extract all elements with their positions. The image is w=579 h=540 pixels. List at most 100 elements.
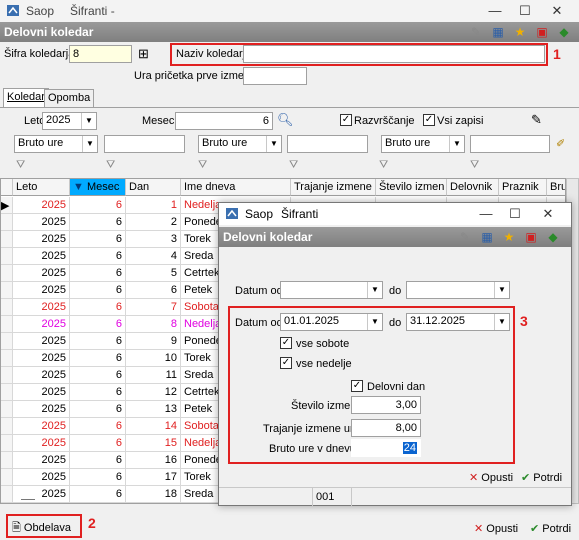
datum-od-select[interactable]: ▼ — [280, 281, 383, 299]
row-marker — [1, 503, 13, 504]
dialog-window-title: Šifranti — [281, 207, 319, 221]
row-marker — [1, 350, 13, 367]
row-marker — [1, 333, 13, 350]
col-praznik[interactable]: Praznik — [499, 179, 547, 196]
stack-icon[interactable]: ◆ — [556, 24, 572, 40]
vse-nedelje-checkbox[interactable]: ✓ — [280, 357, 292, 369]
filter-icon[interactable]: ⛛ — [379, 159, 388, 172]
dialog-minimize-icon[interactable]: — — [475, 205, 497, 223]
filter-icon[interactable]: ⛛ — [470, 159, 479, 172]
cell-mesec: 6 — [70, 418, 126, 435]
cell-leto: 2025 — [13, 418, 70, 435]
cell-leto: 2025 — [13, 282, 70, 299]
eraser-icon[interactable]: ✐ — [556, 137, 565, 150]
grid-icon[interactable]: ▦ — [479, 229, 495, 245]
sifra-input[interactable]: 8 — [69, 45, 132, 63]
col-trajanje[interactable]: Trajanje izmene — [291, 179, 376, 196]
note-edit-icon[interactable]: ✎ — [531, 112, 542, 128]
tab-koledar[interactable]: Koledar — [3, 88, 49, 108]
tab-opomba[interactable]: Opomba — [44, 89, 95, 107]
bruto-input-2[interactable] — [287, 135, 368, 153]
dialog-opusti-button[interactable]: ✕ Opusti — [469, 471, 513, 484]
naziv-input[interactable] — [243, 45, 545, 63]
cell-dan: 19 — [126, 503, 181, 504]
dialog-maximize-icon[interactable]: ☐ — [504, 205, 526, 223]
bruto-input-3[interactable] — [470, 135, 550, 153]
col-ime-dneva[interactable]: Ime dneva — [181, 179, 291, 196]
obdelava-button[interactable]: 🗎︎ Obdelava — [12, 519, 71, 538]
bruto-select-3[interactable]: Bruto ure ▼ — [381, 135, 465, 153]
col-stevilo[interactable]: Število izmen — [376, 179, 447, 196]
cell-leto: 2025 — [13, 503, 70, 504]
status-code: 001 — [316, 491, 335, 503]
do-label: do — [389, 285, 402, 297]
delovni-dan-checkbox[interactable]: ✓ — [351, 380, 363, 392]
col-leto[interactable]: Leto — [13, 179, 70, 196]
bruto-input[interactable]: 24 — [351, 439, 421, 457]
bruto-select-2[interactable]: Bruto ure ▼ — [198, 135, 282, 153]
st-izmen-input[interactable]: 3,00 — [351, 396, 421, 414]
potrdi-button[interactable]: ✔ Potrdi — [530, 522, 571, 535]
row-marker — [1, 265, 13, 282]
minimize-icon[interactable]: — — [484, 2, 506, 20]
title-bar: Saop Šifranti - — ☐ ✕ — [0, 0, 579, 22]
datum-od2-select[interactable]: 01.01.2025 ▼ — [280, 313, 383, 331]
mesec-input[interactable]: 6 — [175, 112, 273, 130]
cell-leto: 2025 — [13, 197, 70, 214]
cell-dan: 6 — [126, 282, 181, 299]
delete-icon[interactable]: ▣ — [523, 229, 539, 245]
confirm-icon: ✔ — [521, 472, 531, 484]
star-icon[interactable]: ★ — [512, 24, 528, 40]
filter-icon[interactable]: ⛛ — [16, 159, 25, 172]
dialog-close-icon[interactable]: ✕ — [537, 205, 559, 223]
grid-scroll-indicator[interactable] — [21, 499, 35, 500]
do2-select[interactable]: 31.12.2025 ▼ — [406, 313, 510, 331]
datum-od2-label: Datum od — [235, 317, 283, 329]
col-bruto[interactable]: Bru — [547, 179, 565, 196]
cell-leto: 2025 — [13, 486, 70, 503]
star-icon[interactable]: ★ — [501, 229, 517, 245]
col-mesec[interactable]: ▼ Mesec — [70, 179, 126, 196]
filter-icon[interactable]: ⛛ — [106, 159, 115, 172]
section-title: Delovni koledar — [4, 25, 94, 39]
filter-icon[interactable]: ⛛ — [198, 159, 207, 172]
cell-mesec: 6 — [70, 435, 126, 452]
do-select[interactable]: ▼ — [406, 281, 510, 299]
cell-leto: 2025 — [13, 469, 70, 486]
row-marker — [1, 486, 13, 503]
cell-mesec: 6 — [70, 503, 126, 504]
edit-icon[interactable]: ✎ — [468, 24, 484, 40]
lookup-icon[interactable]: ⊞ — [138, 46, 154, 62]
dialog-header: Delovni koledar ✎ ▦ ★ ▣ ◆ — [219, 227, 571, 247]
trajanje-input[interactable]: 8,00 — [351, 419, 421, 437]
dialog-status-bar: 001 — [219, 487, 571, 506]
opusti-button[interactable]: ✕ Opusti — [474, 522, 518, 535]
row-marker — [1, 299, 13, 316]
row-marker — [1, 435, 13, 452]
razvrscanje-checkbox[interactable]: ✓ — [340, 114, 352, 126]
edit-icon[interactable]: ✎ — [457, 229, 473, 245]
delete-icon[interactable]: ▣ — [534, 24, 550, 40]
bruto-select-1[interactable]: Bruto ure ▼ — [14, 135, 98, 153]
filter-icon[interactable]: ⛛ — [289, 159, 298, 172]
col-delovnik[interactable]: Delovnik — [447, 179, 499, 196]
leto-select[interactable]: 2025 ▼ — [42, 112, 97, 130]
app-icon — [7, 5, 19, 16]
vsi-zapisi-checkbox[interactable]: ✓ — [423, 114, 435, 126]
close-icon[interactable]: ✕ — [546, 2, 568, 20]
annotation-2: 2 — [88, 515, 96, 531]
cell-mesec: 6 — [70, 486, 126, 503]
vse-sobote-checkbox[interactable]: ✓ — [280, 337, 292, 349]
cell-mesec: 6 — [70, 333, 126, 350]
cell-dan: 13 — [126, 401, 181, 418]
col-dan[interactable]: Dan — [126, 179, 181, 196]
grid-icon[interactable]: ▦ — [490, 24, 506, 40]
cell-dan: 14 — [126, 418, 181, 435]
maximize-icon[interactable]: ☐ — [514, 2, 536, 20]
stack-icon[interactable]: ◆ — [545, 229, 561, 245]
ura-input[interactable] — [243, 67, 307, 85]
search-icon[interactable]: 🔍︎ — [277, 112, 294, 128]
delovni-dan-label: Delovni dan — [367, 381, 426, 393]
dialog-potrdi-button[interactable]: ✔ Potrdi — [521, 471, 562, 484]
bruto-input-1[interactable] — [104, 135, 185, 153]
